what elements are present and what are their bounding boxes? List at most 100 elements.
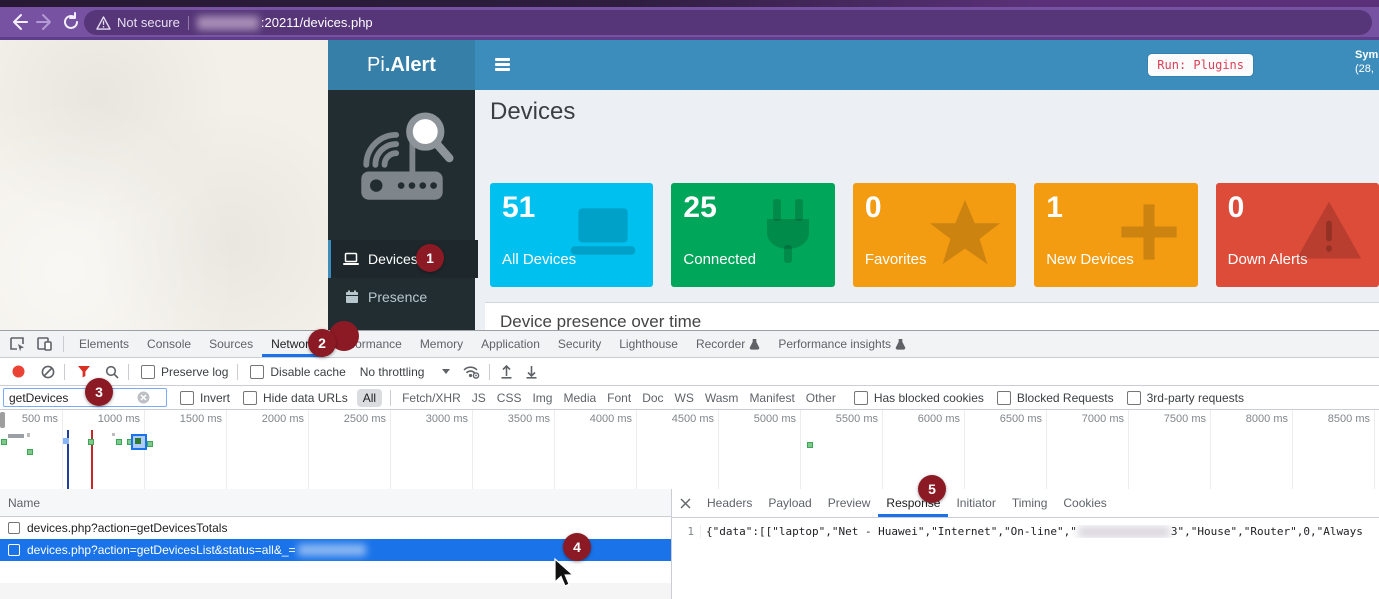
web-page: Pi.Alert Run: Plugins Sym (28,	[0, 40, 1379, 330]
card-new-devices[interactable]: 1 New Devices	[1034, 183, 1197, 287]
inspect-icon[interactable]	[9, 336, 27, 352]
filter-funnel-icon[interactable]	[77, 365, 91, 378]
calendar-icon	[345, 290, 359, 304]
filter-type-img[interactable]: Img	[532, 391, 552, 405]
preserve-log-checkbox[interactable]: Preserve log	[141, 365, 228, 379]
checkbox[interactable]	[180, 391, 194, 405]
gridline	[964, 410, 965, 489]
flask-icon	[895, 338, 906, 350]
request-dot	[1, 439, 7, 445]
checkbox[interactable]	[141, 365, 155, 379]
reload-icon[interactable]	[60, 11, 82, 33]
tab-performance-insights[interactable]: Performance insights	[769, 331, 915, 357]
overview-handle[interactable]	[0, 412, 5, 428]
invert-checkbox[interactable]: Invert	[180, 391, 230, 405]
filter-type-font[interactable]: Font	[607, 391, 631, 405]
forward-arrow-icon[interactable]	[34, 11, 56, 33]
gridline	[554, 410, 555, 489]
toolbar-divider	[63, 336, 64, 352]
request-dot	[63, 438, 69, 444]
detail-tab-initiator[interactable]: Initiator	[948, 489, 1003, 517]
filter-type-doc[interactable]: Doc	[642, 391, 663, 405]
clear-filter-icon[interactable]	[137, 391, 150, 404]
tab-recorder[interactable]: Recorder	[687, 331, 769, 357]
tab-application[interactable]: Application	[472, 331, 549, 357]
filter-type-other[interactable]: Other	[806, 391, 836, 405]
checkbox[interactable]	[854, 391, 868, 405]
chevron-down-icon[interactable]	[442, 369, 450, 374]
filter-type-wasm[interactable]: Wasm	[705, 391, 739, 405]
run-plugins-button[interactable]: Run: Plugins	[1148, 54, 1253, 76]
hide-data-urls-checkbox[interactable]: Hide data URLs	[243, 391, 348, 405]
blocked-requests-checkbox[interactable]: Blocked Requests	[997, 391, 1114, 405]
preserve-log-label: Preserve log	[161, 365, 228, 379]
network-overview-timeline[interactable]: 500 ms 1000 ms 1500 ms 2000 ms 2500 ms 3…	[0, 410, 1379, 490]
checkbox[interactable]	[997, 391, 1011, 405]
response-line[interactable]: 1 {"data":[["laptop","Net - Huawei","Int…	[672, 525, 1379, 538]
tab-security[interactable]: Security	[549, 331, 610, 357]
time-tick: 3000 ms	[394, 413, 468, 425]
device-toolbar-icon[interactable]	[36, 336, 54, 352]
filter-input[interactable]	[4, 391, 137, 405]
card-all-devices[interactable]: 51 All Devices	[490, 183, 653, 287]
request-dot	[147, 441, 153, 447]
back-arrow-icon[interactable]	[8, 11, 30, 33]
checkbox[interactable]	[250, 365, 264, 379]
search-icon[interactable]	[105, 365, 119, 379]
pialert-logo[interactable]: Pi.Alert	[328, 40, 475, 90]
checkbox[interactable]	[8, 522, 20, 534]
has-blocked-cookies-checkbox[interactable]: Has blocked cookies	[854, 391, 984, 405]
address-bar[interactable]: Not secure :20211/devices.php	[84, 10, 1372, 35]
detail-tab-payload[interactable]: Payload	[760, 489, 819, 517]
annotation-circle-3: 3	[85, 378, 113, 406]
disable-cache-checkbox[interactable]: Disable cache	[250, 365, 345, 379]
filter-type-all[interactable]: All	[357, 389, 382, 407]
checkbox[interactable]	[243, 391, 257, 405]
gridline	[1128, 410, 1129, 489]
card-down-alerts[interactable]: 0 Down Alerts	[1216, 183, 1379, 287]
card-favorites[interactable]: 0 Favorites	[853, 183, 1016, 287]
annotation-circle-5: 5	[918, 475, 946, 503]
filter-type-manifest[interactable]: Manifest	[749, 391, 794, 405]
filter-type-ws[interactable]: WS	[675, 391, 694, 405]
filter-type-js[interactable]: JS	[472, 391, 486, 405]
network-filter-row: Invert Hide data URLs All Fetch/XHR JS C…	[0, 386, 1379, 410]
detail-tab-preview[interactable]: Preview	[820, 489, 879, 517]
sidebar-item-devices[interactable]: Devices	[328, 240, 478, 278]
menu-icon[interactable]	[495, 58, 510, 71]
tab-lighthouse[interactable]: Lighthouse	[610, 331, 687, 357]
toolbar-divider	[128, 364, 129, 380]
time-tick: 7500 ms	[1132, 413, 1206, 425]
address-divider	[188, 16, 189, 30]
blocked-requests-label: Blocked Requests	[1017, 391, 1114, 405]
checkbox[interactable]	[1127, 391, 1141, 405]
request-list-header[interactable]: Name	[0, 489, 671, 517]
sidebar-item-presence[interactable]: Presence	[328, 278, 478, 316]
checkbox[interactable]	[8, 544, 20, 556]
record-icon[interactable]	[12, 365, 25, 378]
detail-tab-headers[interactable]: Headers	[699, 489, 760, 517]
gridline	[636, 410, 637, 489]
clear-icon[interactable]	[41, 365, 55, 379]
tab-console[interactable]: Console	[138, 331, 200, 357]
filter-type-fetch-xhr[interactable]: Fetch/XHR	[402, 391, 461, 405]
time-tick: 1000 ms	[66, 413, 140, 425]
request-bar	[27, 433, 30, 437]
network-conditions-icon[interactable]	[462, 364, 480, 379]
redacted-response-value	[1078, 526, 1170, 538]
tab-elements[interactable]: Elements	[70, 331, 138, 357]
detail-tab-cookies[interactable]: Cookies	[1055, 489, 1114, 517]
export-har-icon[interactable]	[525, 365, 538, 379]
filter-type-css[interactable]: CSS	[497, 391, 522, 405]
tab-memory[interactable]: Memory	[411, 331, 472, 357]
filter-type-media[interactable]: Media	[563, 391, 596, 405]
close-icon[interactable]	[680, 498, 691, 509]
throttling-select[interactable]: No throttling	[360, 365, 425, 379]
detail-tab-timing[interactable]: Timing	[1004, 489, 1056, 517]
gridline	[308, 410, 309, 489]
third-party-requests-checkbox[interactable]: 3rd-party requests	[1127, 391, 1244, 405]
card-connected[interactable]: 25 Connected	[671, 183, 834, 287]
import-har-icon[interactable]	[500, 365, 513, 379]
tab-sources[interactable]: Sources	[200, 331, 262, 357]
request-dot	[88, 439, 94, 445]
